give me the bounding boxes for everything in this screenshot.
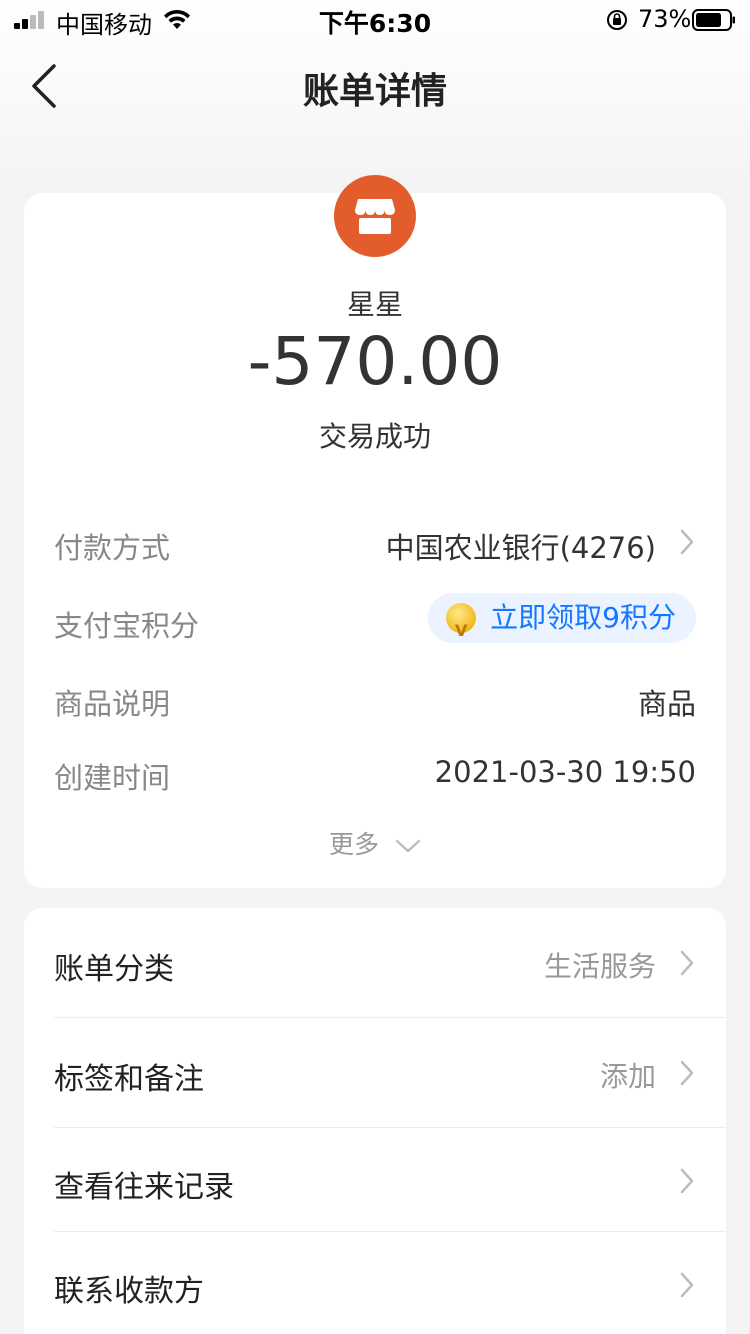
store-icon (355, 199, 395, 234)
transaction-status: 交易成功 (318, 420, 431, 453)
transaction-amount: -570.00 (247, 323, 503, 400)
chevron-right-icon (680, 1272, 694, 1298)
page-title: 账单详情 (302, 71, 447, 112)
battery-icon (692, 9, 735, 31)
chevron-down-icon (395, 839, 421, 853)
tags-notes-row[interactable]: 标签和备注 添加 (54, 1018, 726, 1126)
more-label: 更多 (329, 830, 380, 859)
tags-notes-label: 标签和备注 (54, 1062, 204, 1097)
battery-percentage: 73% (638, 5, 692, 33)
created-time-row: 创建时间 2021-03-30 19:50 (54, 747, 696, 797)
chevron-right-icon (680, 529, 694, 555)
chevron-right-icon (680, 1168, 694, 1194)
claim-points-label: 立即领取9积分 (490, 601, 676, 634)
rotation-lock-icon (607, 10, 627, 30)
more-toggle[interactable]: 更多 (24, 825, 726, 861)
bill-category-value: 生活服务 (543, 950, 656, 983)
created-time-label: 创建时间 (54, 761, 171, 795)
merchant-name: 星星 (346, 288, 403, 321)
payment-method-value: 中国农业银行(4276) (385, 531, 656, 565)
payment-method-label: 付款方式 (54, 531, 171, 565)
contact-payee-label: 联系收款方 (54, 1274, 204, 1309)
claim-points-button[interactable]: 立即领取9积分 (428, 593, 696, 656)
chevron-right-icon (680, 950, 694, 976)
merchant-avatar (334, 175, 416, 257)
actions-card: 账单分类 生活服务 标签和备注 添加 查看往来记录 联系收款方 (24, 908, 726, 1334)
contact-payee-row[interactable]: 联系收款方 (54, 1230, 726, 1334)
payment-method-row[interactable]: 付款方式 中国农业银行(4276) (54, 517, 696, 567)
bill-category-label: 账单分类 (54, 952, 174, 987)
bill-category-row[interactable]: 账单分类 生活服务 (54, 908, 726, 1016)
tags-notes-value: 添加 (599, 1060, 656, 1093)
transaction-history-label: 查看往来记录 (54, 1170, 234, 1205)
coin-icon (446, 603, 477, 656)
status-bar: 中国移动 下午6:30 73% (0, 0, 750, 40)
navigation-bar: 账单详情 (0, 44, 750, 132)
chevron-right-icon (680, 1060, 694, 1086)
product-description-row: 商品说明 商品 (54, 673, 696, 723)
product-description-value: 商品 (637, 687, 696, 721)
alipay-points-row: 支付宝积分 立即领取9积分 (54, 593, 696, 656)
product-description-label: 商品说明 (54, 687, 171, 721)
created-time-value: 2021-03-30 19:50 (434, 755, 696, 789)
transaction-card: 星星 -570.00 交易成功 付款方式 中国农业银行(4276) 支付宝积分 … (24, 175, 726, 888)
transaction-history-row[interactable]: 查看往来记录 (54, 1126, 726, 1234)
alipay-points-label: 支付宝积分 (54, 609, 200, 643)
